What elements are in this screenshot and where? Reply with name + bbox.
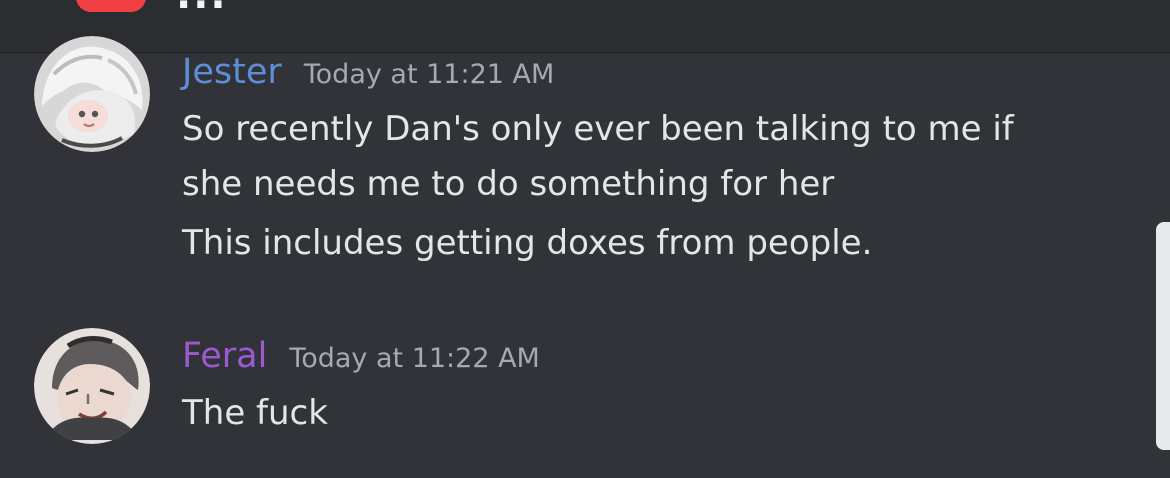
message-header: Feral Today at 11:22 AM (182, 336, 1140, 382)
message-timestamp: Today at 11:22 AM (289, 343, 540, 374)
avatar-image (34, 36, 150, 152)
avatar[interactable] (34, 328, 150, 444)
channel-header: ... (0, 0, 1170, 53)
message-text: This includes getting doxes from people. (182, 223, 873, 263)
author-name[interactable]: Jester (182, 52, 282, 92)
scrollbar[interactable] (1156, 222, 1170, 450)
message-header: Jester Today at 11:21 AM (182, 52, 1140, 98)
message-content: Jester Today at 11:21 AM So recently Dan… (182, 52, 1140, 271)
message-timestamp: Today at 11:21 AM (303, 59, 555, 90)
avatar[interactable] (34, 36, 150, 152)
message-text: The fuck (182, 393, 328, 433)
author-name[interactable]: Feral (182, 336, 267, 376)
avatar-image (34, 328, 150, 444)
channel-title: ... (176, 0, 228, 18)
notification-badge[interactable] (76, 0, 146, 12)
message-text: So recently Dan's only ever been talking… (182, 109, 1014, 204)
message-content: Feral Today at 11:22 AM The fuck (182, 336, 1140, 441)
